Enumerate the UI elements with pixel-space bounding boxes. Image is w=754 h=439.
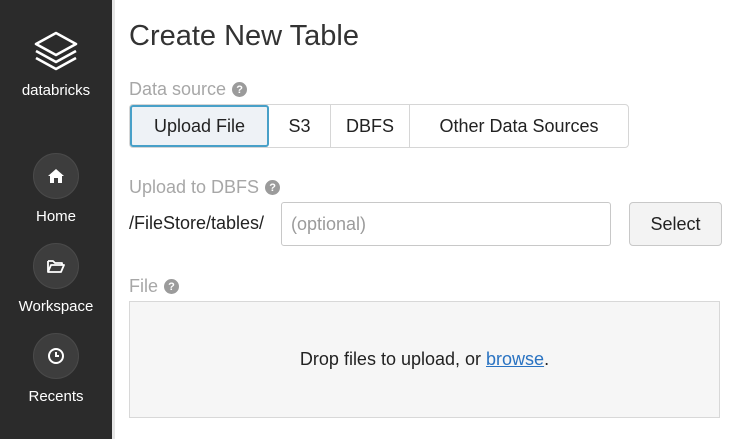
sidebar-item-label: Workspace (18, 298, 94, 315)
sidebar-divider (112, 0, 115, 439)
drop-text-end: . (544, 349, 550, 369)
brand[interactable]: databricks (0, 28, 112, 99)
browse-link[interactable]: browse (486, 349, 544, 370)
sidebar: databricks Home Workspace Recents (0, 0, 112, 439)
file-label: File ? (129, 276, 180, 297)
select-button[interactable]: Select (629, 202, 722, 246)
brand-name: databricks (21, 82, 91, 99)
path-input[interactable] (281, 202, 611, 246)
sidebar-item-home[interactable]: Home (0, 153, 112, 225)
sidebar-item-workspace[interactable]: Workspace (0, 243, 112, 315)
file-label-text: File (129, 276, 159, 296)
upload-to-dbfs-label-text: Upload to DBFS (129, 177, 260, 197)
question-icon[interactable]: ? (232, 82, 248, 97)
data-source-label: Data source ? (129, 79, 248, 100)
question-icon[interactable]: ? (164, 279, 180, 294)
question-icon[interactable]: ? (265, 180, 281, 195)
sidebar-item-label: Recents (28, 388, 84, 405)
folder-open-icon (33, 243, 79, 289)
upload-to-dbfs-label: Upload to DBFS ? (129, 177, 281, 198)
tab-other-data-sources[interactable]: Other Data Sources (410, 105, 628, 147)
tab-s3[interactable]: S3 (269, 105, 331, 147)
drop-text: Drop files to upload, or (299, 349, 487, 369)
tab-dbfs[interactable]: DBFS (331, 105, 410, 147)
home-icon (33, 153, 79, 199)
layers-icon (34, 31, 78, 71)
sidebar-item-recents[interactable]: Recents (0, 333, 112, 405)
clock-icon (33, 333, 79, 379)
page-title: Create New Table (129, 20, 359, 52)
file-dropzone[interactable]: Drop files to upload, or browse. (129, 301, 720, 418)
data-source-selector: Upload File S3 DBFS Other Data Sources (129, 104, 629, 148)
path-prefix: /FileStore/tables/ (129, 213, 265, 233)
data-source-label-text: Data source (129, 79, 227, 99)
tab-upload-file[interactable]: Upload File (130, 105, 269, 147)
sidebar-item-label: Home (35, 208, 76, 225)
